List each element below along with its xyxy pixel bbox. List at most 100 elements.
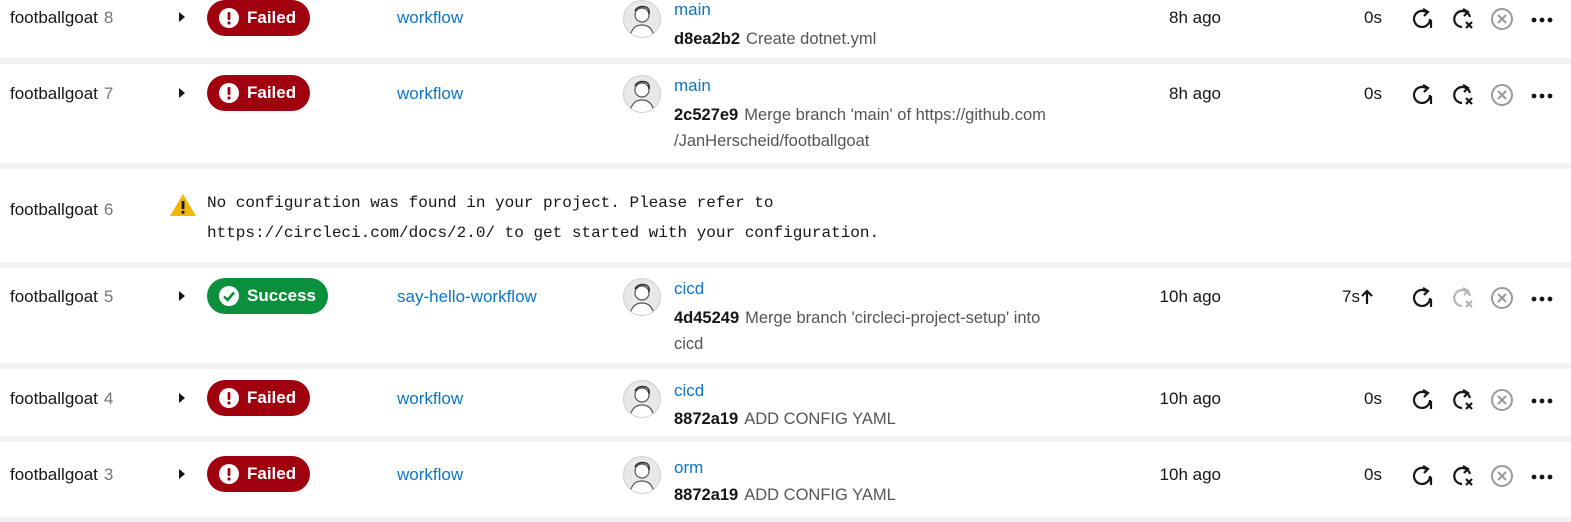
- branch-link[interactable]: cicd: [674, 381, 704, 401]
- workflow-link[interactable]: workflow: [397, 389, 463, 409]
- project-label: footballgoat: [10, 389, 98, 408]
- commit-sha[interactable]: d8ea2b2: [674, 30, 740, 48]
- rerun-icon[interactable]: [1407, 283, 1437, 313]
- start-time: 10h ago: [1159, 389, 1221, 408]
- more-icon[interactable]: [1527, 283, 1557, 313]
- commit-message: Merge branch 'circleci-project-setup' in…: [745, 309, 1041, 327]
- project-name[interactable]: footballgoat 6: [10, 200, 113, 220]
- pipeline-row[interactable]: footballgoat 7 Failed workflow main 2c527…: [0, 64, 1571, 163]
- more-icon[interactable]: [1527, 80, 1557, 110]
- caret-right-icon[interactable]: [179, 469, 185, 479]
- commit-sha[interactable]: 8872a19: [674, 410, 738, 428]
- project-label: footballgoat: [10, 200, 98, 219]
- branch-link[interactable]: cicd: [674, 279, 704, 299]
- start-time: 10h ago: [1159, 287, 1221, 306]
- config-error-line: No configuration was found in your proje…: [207, 194, 774, 212]
- status-label: Failed: [247, 464, 297, 483]
- caret-right-icon[interactable]: [179, 88, 185, 98]
- commit-message: ADD CONFIG YAML: [744, 486, 896, 504]
- pipeline-row[interactable]: footballgoat 8 Failed workflow main d8ea2…: [0, 0, 1571, 58]
- project-label: footballgoat: [10, 465, 98, 484]
- duration: 0s: [1364, 8, 1382, 27]
- project-name[interactable]: footballgoat 5: [10, 287, 113, 307]
- arrow-up-icon: [1360, 289, 1374, 310]
- rerun-failed-icon: [1447, 283, 1477, 313]
- caret-right-icon[interactable]: [179, 12, 185, 22]
- rerun-icon[interactable]: [1407, 385, 1437, 415]
- commit-message-continued: /JanHerscheid/footballgoat: [674, 132, 870, 150]
- pipeline-row[interactable]: footballgoat 6 No configuration was found…: [0, 169, 1571, 262]
- rerun-icon[interactable]: [1407, 461, 1437, 491]
- caret-right-icon[interactable]: [179, 291, 185, 301]
- duration: 0s: [1364, 389, 1382, 408]
- commit-message-continued: cicd: [674, 335, 704, 353]
- commit-message: ADD CONFIG YAML: [744, 410, 896, 428]
- more-icon[interactable]: [1527, 461, 1557, 491]
- rerun-icon[interactable]: [1407, 4, 1437, 34]
- workflow-link[interactable]: workflow: [397, 8, 463, 28]
- success-check-icon: [219, 286, 239, 306]
- start-time: 8h ago: [1169, 84, 1221, 103]
- commit-info: 8872a19 ADD CONFIG YAML: [674, 482, 896, 508]
- cancel-icon[interactable]: [1487, 461, 1517, 491]
- status-badge[interactable]: Failed: [207, 380, 310, 416]
- project-name[interactable]: footballgoat 8: [10, 8, 113, 28]
- branch-link[interactable]: orm: [674, 458, 703, 478]
- project-name[interactable]: footballgoat 7: [10, 84, 113, 104]
- rerun-failed-icon[interactable]: [1447, 4, 1477, 34]
- status-badge[interactable]: Failed: [207, 456, 310, 492]
- project-name[interactable]: footballgoat 3: [10, 465, 113, 485]
- project-name[interactable]: footballgoat 4: [10, 389, 113, 409]
- commit-message: Create dotnet.yml: [746, 30, 877, 48]
- pipeline-number: 4: [103, 389, 114, 408]
- pipeline-number: 7: [103, 84, 114, 103]
- project-label: footballgoat: [10, 8, 98, 27]
- pipeline-number: 5: [103, 287, 114, 306]
- workflow-link[interactable]: workflow: [397, 84, 463, 104]
- avatar: [623, 75, 661, 113]
- pipeline-row[interactable]: footballgoat 5 Success say-hello-workflow…: [0, 268, 1571, 363]
- cancel-icon[interactable]: [1487, 80, 1517, 110]
- commit-info: 8872a19 ADD CONFIG YAML: [674, 406, 896, 432]
- rerun-icon[interactable]: [1407, 80, 1437, 110]
- more-icon[interactable]: [1527, 4, 1557, 34]
- cancel-icon[interactable]: [1487, 283, 1517, 313]
- status-label: Failed: [247, 83, 297, 102]
- pipeline-number: 3: [103, 465, 114, 484]
- workflow-link[interactable]: say-hello-workflow: [397, 287, 537, 307]
- cancel-icon[interactable]: [1487, 4, 1517, 34]
- commit-info: 2c527e9 Merge branch 'main' of https://gi…: [674, 102, 1046, 154]
- warning-icon: [169, 192, 197, 223]
- pipeline-row[interactable]: footballgoat 3 Failed workflow orm 8872a1…: [0, 442, 1571, 517]
- rerun-failed-icon[interactable]: [1447, 80, 1477, 110]
- pipeline-row[interactable]: footballgoat 4 Failed workflow cicd 8872a…: [0, 369, 1571, 436]
- status-label: Failed: [247, 388, 297, 407]
- status-badge[interactable]: Failed: [207, 75, 310, 111]
- caret-right-icon[interactable]: [179, 393, 185, 403]
- failed-exclamation-icon: [219, 388, 239, 408]
- duration: 0s: [1364, 465, 1382, 484]
- cancel-icon[interactable]: [1487, 385, 1517, 415]
- project-label: footballgoat: [10, 84, 98, 103]
- project-label: footballgoat: [10, 287, 98, 306]
- rerun-failed-icon[interactable]: [1447, 461, 1477, 491]
- rerun-failed-icon[interactable]: [1447, 385, 1477, 415]
- avatar: [623, 0, 661, 38]
- avatar: [623, 278, 661, 316]
- commit-sha[interactable]: 2c527e9: [674, 106, 738, 124]
- branch-link[interactable]: main: [674, 76, 711, 96]
- avatar: [623, 380, 661, 418]
- config-error-message: No configuration was found in your proje…: [207, 188, 1007, 248]
- commit-sha[interactable]: 8872a19: [674, 486, 738, 504]
- status-badge[interactable]: Failed: [207, 0, 310, 36]
- failed-exclamation-icon: [219, 464, 239, 484]
- commit-sha[interactable]: 4d45249: [674, 309, 739, 327]
- pipeline-number: 6: [103, 200, 114, 219]
- pipeline-number: 8: [103, 8, 114, 27]
- status-badge[interactable]: Success: [207, 278, 328, 314]
- workflow-link[interactable]: workflow: [397, 465, 463, 485]
- more-icon[interactable]: [1527, 385, 1557, 415]
- start-time: 10h ago: [1159, 465, 1221, 484]
- branch-link[interactable]: main: [674, 0, 711, 20]
- failed-exclamation-icon: [219, 83, 239, 103]
